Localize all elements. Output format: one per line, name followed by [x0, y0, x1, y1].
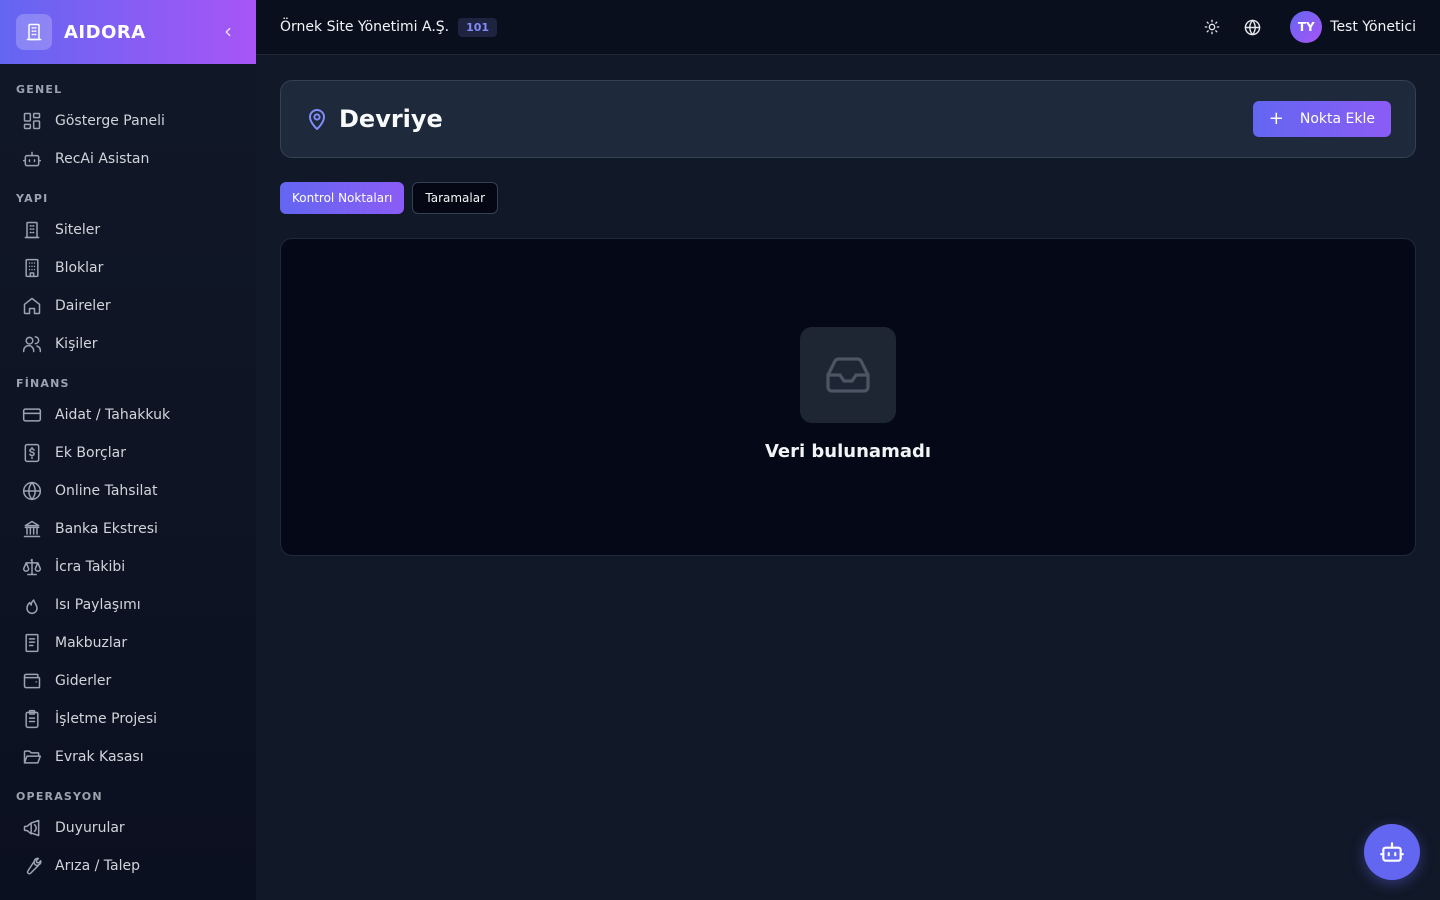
sidebar-item-label: Duyurular	[55, 820, 125, 836]
nav-section: OPERASYON Duyurular Arıza / Talep	[8, 789, 248, 885]
user-name: Test Yönetici	[1330, 19, 1416, 35]
top-header: Örnek Site Yönetimi A.Ş. 101 TY Test Yön…	[256, 0, 1440, 55]
tab-scans[interactable]: Taramalar	[412, 182, 499, 214]
globe-icon	[1244, 19, 1261, 35]
nav-section: GENEL Gösterge Paneli RecAi Asistan	[8, 82, 248, 178]
sidebar-item-label: Aidat / Tahakkuk	[55, 407, 171, 423]
sidebar-item-label: Giderler	[55, 673, 112, 689]
chevron-left-icon	[225, 27, 231, 37]
sidebar-item[interactable]: Duyurular	[8, 809, 248, 847]
sidebar-item[interactable]: Bloklar	[8, 249, 248, 287]
wallet-icon	[22, 671, 42, 691]
organization-name: Örnek Site Yönetimi A.Ş.	[280, 19, 450, 35]
megaphone-icon	[22, 818, 42, 838]
map-pin-icon	[309, 109, 325, 130]
brand-bar: AIDORA	[0, 0, 256, 64]
sidebar-item[interactable]: Kişiler	[8, 325, 248, 363]
sidebar-item-label: RecAi Asistan	[55, 151, 150, 167]
dollar-receipt-icon	[22, 443, 42, 463]
sidebar-item[interactable]: Gösterge Paneli	[8, 102, 248, 140]
page-title: Devriye	[339, 105, 443, 133]
avatar: TY	[1290, 11, 1323, 43]
nav-section-title: GENEL	[16, 83, 63, 96]
credit-card-icon	[22, 405, 42, 425]
sidebar-item-label: Daireler	[55, 298, 111, 314]
sidebar-item-label: Evrak Kasası	[55, 749, 144, 765]
sidebar-item[interactable]: RecAi Asistan	[8, 140, 248, 178]
user-menu[interactable]: TY Test Yönetici	[1290, 11, 1416, 43]
sidebar-item[interactable]: Banka Ekstresi	[8, 510, 248, 548]
building-logo-icon	[16, 14, 52, 50]
sidebar-item-label: Ek Borçlar	[55, 445, 126, 461]
nav-section-title: FİNANS	[16, 377, 70, 390]
sidebar-item-label: İşletme Projesi	[55, 711, 158, 727]
document-icon	[22, 633, 42, 653]
empty-state-card: Veri bulunamadı	[280, 238, 1416, 556]
building-icon	[22, 220, 42, 240]
home-icon	[22, 296, 42, 316]
empty-state-text: Veri bulunamadı	[764, 441, 932, 462]
sidebar-item[interactable]: Arıza / Talep	[8, 847, 248, 885]
tab-checkpoints[interactable]: Kontrol Noktaları	[280, 182, 405, 214]
collapse-sidebar-button[interactable]	[216, 20, 240, 44]
sidebar-item-label: Bloklar	[55, 260, 104, 276]
sidebar-item[interactable]: Daireler	[8, 287, 248, 325]
add-point-label: Nokta Ekle	[1299, 111, 1375, 127]
nav-section-title: OPERASYON	[16, 790, 103, 803]
sidebar-item[interactable]: Evrak Kasası	[8, 738, 248, 776]
sidebar-item[interactable]: Ek Borçlar	[8, 434, 248, 472]
sidebar-item[interactable]: İşletme Projesi	[8, 700, 248, 738]
sidebar-item-label: Gösterge Paneli	[55, 113, 165, 129]
inbox-icon	[800, 327, 896, 423]
brand-name: AIDORA	[64, 21, 146, 43]
language-button[interactable]	[1236, 11, 1268, 43]
sidebar-item-label: Siteler	[55, 222, 101, 238]
scale-icon	[22, 557, 42, 577]
organization-badge: 101	[458, 17, 498, 37]
wrench-icon	[22, 856, 42, 876]
sidebar-item[interactable]: Online Tahsilat	[8, 472, 248, 510]
folder-open-icon	[22, 747, 42, 767]
add-point-button[interactable]: + Nokta Ekle	[1252, 101, 1391, 137]
assistant-fab-button[interactable]	[1364, 824, 1420, 880]
nav-section-title: YAPI	[16, 192, 49, 205]
sidebar-item-label: Makbuzlar	[55, 635, 128, 651]
flame-icon	[22, 595, 42, 615]
sidebar-item-label: Online Tahsilat	[55, 483, 158, 499]
sun-icon	[1204, 19, 1220, 35]
sidebar-item-label: İcra Takibi	[55, 559, 126, 575]
sidebar-item[interactable]: Giderler	[8, 662, 248, 700]
sidebar-item-label: Isı Paylaşımı	[55, 597, 141, 613]
sidebar-item[interactable]: Makbuzlar	[8, 624, 248, 662]
tab-bar: Kontrol Noktaları Taramalar	[280, 182, 506, 214]
users-icon	[22, 334, 42, 354]
page-header-card: Devriye + Nokta Ekle	[280, 80, 1416, 158]
plus-icon: +	[1268, 108, 1284, 129]
bank-icon	[22, 519, 42, 539]
globe-icon	[22, 481, 42, 501]
block-icon	[22, 258, 42, 278]
sidebar-item-label: Banka Ekstresi	[55, 521, 158, 537]
theme-toggle-button[interactable]	[1196, 11, 1228, 43]
sidebar-item[interactable]: İcra Takibi	[8, 548, 248, 586]
nav-section: FİNANS Aidat / Tahakkuk Ek Borçlar Online T…	[8, 376, 248, 776]
sidebar-item[interactable]: Isı Paylaşımı	[8, 586, 248, 624]
sidebar-item-label: Kişiler	[55, 336, 98, 352]
clipboard-icon	[22, 709, 42, 729]
sidebar-item[interactable]: Siteler	[8, 211, 248, 249]
sidebar-item[interactable]: Aidat / Tahakkuk	[8, 396, 248, 434]
sidebar-item-label: Arıza / Talep	[55, 858, 140, 874]
bot-icon	[1380, 842, 1404, 862]
sidebar-nav: GENEL Gösterge Paneli RecAi Asistan YAPI Sit…	[0, 64, 256, 885]
nav-section: YAPI Siteler Bloklar Daireler Kişiler	[8, 191, 248, 363]
bot-icon	[22, 149, 42, 169]
sidebar: AIDORA GENEL Gösterge Paneli RecAi Asistan…	[0, 0, 256, 900]
dashboard-icon	[22, 111, 42, 131]
